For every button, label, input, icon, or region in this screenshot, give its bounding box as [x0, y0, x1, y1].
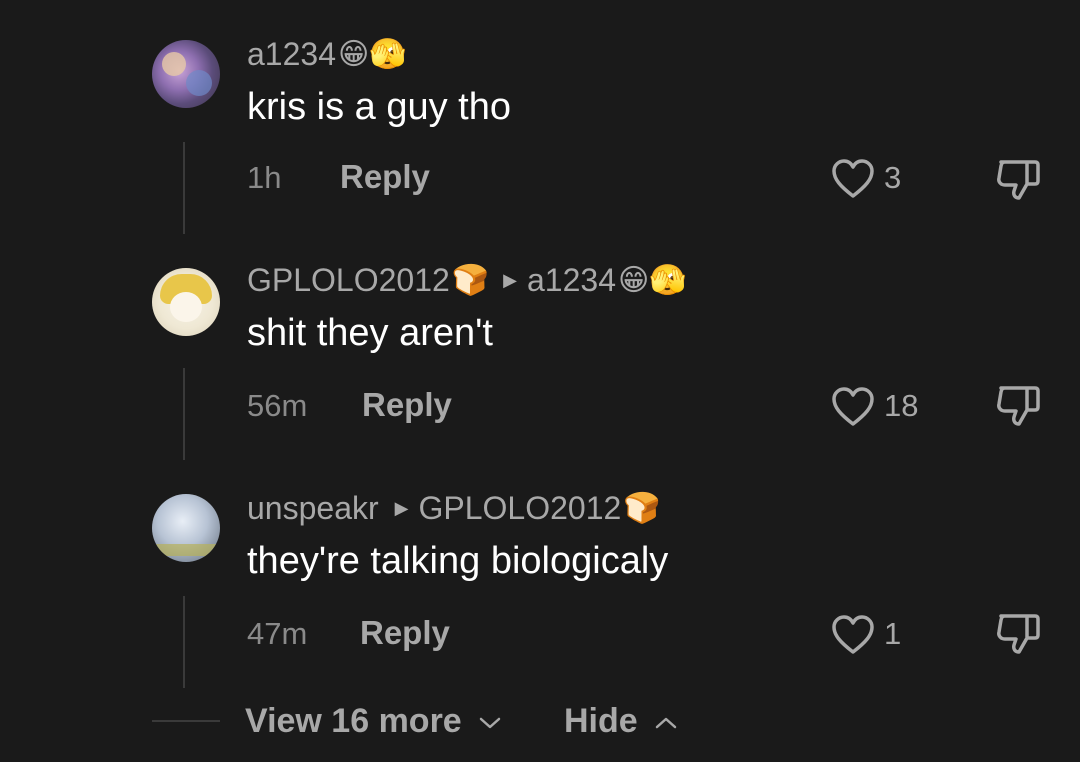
hide-replies-button[interactable]: Hide — [564, 702, 677, 741]
comment-time: 1h — [247, 160, 282, 195]
reply-button[interactable]: Reply — [340, 158, 430, 196]
comment-header: unspeakr ▶ GPLOLO2012 🍞 — [247, 490, 661, 527]
reply-button[interactable]: Reply — [360, 614, 450, 652]
avatar[interactable] — [152, 40, 220, 108]
reply-button[interactable]: Reply — [362, 386, 452, 424]
avatar-art — [162, 52, 186, 76]
chevron-up-icon — [655, 717, 677, 729]
author-emoji: 😁🫣 — [337, 37, 407, 72]
reply-to-emoji: 🍞 — [623, 491, 661, 526]
reply-to-emoji: 😁🫣 — [617, 263, 687, 298]
thread-line — [183, 596, 185, 688]
thumbs-down-icon[interactable] — [993, 156, 1043, 202]
view-more-label: View 16 more — [245, 702, 462, 740]
comment-text: shit they aren't — [247, 312, 493, 354]
view-more-replies-button[interactable]: View 16 more — [245, 702, 501, 741]
author-name[interactable]: a1234 — [247, 36, 336, 73]
chevron-down-icon — [479, 717, 501, 729]
author-emoji: 🍞 — [451, 263, 490, 298]
thumbs-down-icon[interactable] — [993, 382, 1043, 428]
avatar[interactable] — [152, 494, 220, 562]
comment-text: they're talking biologicaly — [247, 540, 669, 582]
like-count: 1 — [884, 616, 902, 651]
thread-line — [183, 142, 185, 234]
reply-to-name[interactable]: a1234 — [527, 262, 616, 299]
avatar[interactable] — [152, 268, 220, 336]
author-name[interactable]: unspeakr — [247, 490, 379, 527]
comment-header: a1234 😁🫣 — [247, 36, 407, 73]
avatar-art — [186, 70, 212, 96]
like-count: 3 — [884, 160, 902, 195]
triangle-right-icon: ▶ — [394, 498, 409, 518]
avatar-art — [152, 544, 220, 556]
comment-text: kris is a guy tho — [247, 86, 511, 128]
comment-header: GPLOLO2012 🍞 ▶ a1234 😁🫣 — [247, 262, 687, 299]
like-count: 18 — [884, 388, 919, 423]
thumbs-down-icon[interactable] — [993, 610, 1043, 656]
avatar-art — [170, 292, 202, 322]
heart-icon[interactable] — [830, 614, 876, 656]
heart-icon[interactable] — [830, 386, 876, 428]
thread-line — [183, 368, 185, 460]
triangle-right-icon: ▶ — [503, 270, 517, 290]
heart-icon[interactable] — [830, 158, 876, 200]
comment-time: 47m — [247, 616, 308, 651]
divider — [152, 720, 220, 722]
author-name[interactable]: GPLOLO2012 — [247, 262, 450, 299]
hide-label: Hide — [564, 702, 638, 740]
reply-to-name[interactable]: GPLOLO2012 — [418, 490, 621, 527]
comment-time: 56m — [247, 388, 308, 423]
